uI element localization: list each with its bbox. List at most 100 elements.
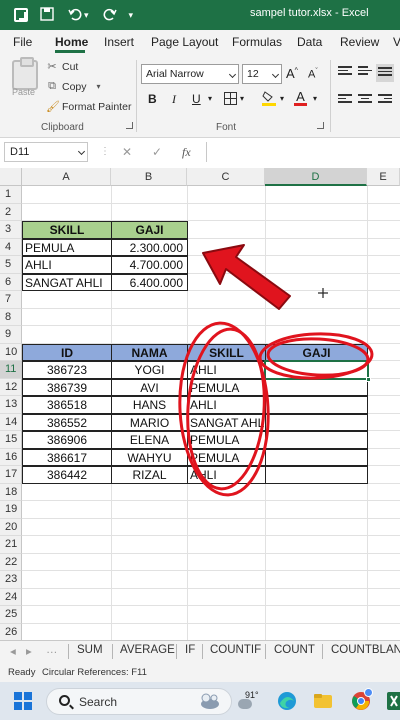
- save-icon[interactable]: [40, 7, 54, 23]
- table2-header-nama[interactable]: NAMA: [111, 343, 188, 361]
- row-header-10[interactable]: 10: [0, 343, 22, 361]
- taskbar-search[interactable]: Search: [46, 688, 232, 715]
- underline-button[interactable]: U: [192, 93, 201, 105]
- clipboard-launcher-icon[interactable]: [126, 122, 133, 129]
- tab-view[interactable]: V: [393, 35, 400, 49]
- more-options-icon[interactable]: ⋮: [100, 146, 110, 157]
- tab-insert[interactable]: Insert: [104, 35, 134, 49]
- table2-gaji-cell[interactable]: [265, 396, 368, 414]
- borders-icon[interactable]: [224, 92, 237, 107]
- table2-skill-cell[interactable]: AHLI: [187, 396, 266, 414]
- spreadsheet-grid[interactable]: A B C D E 1 2 3 4 5 6 7 8 9 10 11 12 13 14 15 16 17 18 19 20 21 22…: [0, 168, 400, 640]
- row-header-26[interactable]: 26: [0, 623, 22, 640]
- table2-id-cell[interactable]: 386723: [22, 361, 112, 379]
- column-header-c[interactable]: C: [187, 168, 265, 186]
- row-header-6[interactable]: 6: [0, 273, 22, 291]
- table2-skill-cell[interactable]: PEMULA: [187, 448, 266, 466]
- row-header-5[interactable]: 5: [0, 256, 22, 274]
- table2-skill-cell[interactable]: PEMULA: [187, 431, 266, 449]
- row-header-25[interactable]: 25: [0, 606, 22, 624]
- row-header-12[interactable]: 12: [0, 378, 22, 396]
- copy-dropdown-icon[interactable]: ▾: [97, 82, 101, 91]
- enter-icon[interactable]: ✓: [152, 145, 162, 159]
- font-size-select[interactable]: 12: [242, 64, 282, 84]
- name-box[interactable]: D11: [4, 142, 88, 162]
- table2-gaji-cell[interactable]: [265, 466, 368, 484]
- row-header-19[interactable]: 19: [0, 501, 22, 519]
- table2-nama-cell[interactable]: MARIO: [111, 413, 188, 431]
- table2-id-cell[interactable]: 386552: [22, 413, 112, 431]
- table2-id-cell[interactable]: 386518: [22, 396, 112, 414]
- table1-gaji-cell[interactable]: 2.300.000: [111, 238, 188, 256]
- copy-button[interactable]: ⧉ Copy ▾: [46, 80, 101, 93]
- paste-label[interactable]: Paste: [12, 87, 35, 97]
- formula-input[interactable]: [206, 142, 400, 162]
- fill-color-dropdown-icon[interactable]: ▾: [280, 95, 284, 103]
- table2-id-cell[interactable]: 386739: [22, 378, 112, 396]
- table2-nama-cell[interactable]: ELENA: [111, 431, 188, 449]
- row-header-4[interactable]: 4: [0, 238, 22, 256]
- table2-header-skill[interactable]: SKILL: [187, 343, 266, 361]
- sheet-tab-sum[interactable]: SUM: [77, 644, 103, 656]
- table2-skill-cell[interactable]: SANGAT AHLI: [187, 413, 266, 431]
- select-all-corner[interactable]: [0, 168, 22, 186]
- table2-nama-cell[interactable]: RIZAL: [111, 466, 188, 484]
- column-header-d[interactable]: D: [265, 168, 367, 186]
- shrink-font-button[interactable]: Aˇ: [308, 68, 318, 81]
- tab-file[interactable]: File: [13, 35, 32, 49]
- prev-sheet-icon[interactable]: ◂: [10, 644, 16, 658]
- table2-skill-cell[interactable]: PEMULA: [187, 378, 266, 396]
- bold-button[interactable]: B: [148, 93, 157, 105]
- table2-nama-cell[interactable]: YOGI: [111, 361, 188, 379]
- row-header-1[interactable]: 1: [0, 186, 22, 204]
- column-header-a[interactable]: A: [22, 168, 111, 186]
- grow-font-button[interactable]: A^: [286, 67, 298, 80]
- table2-id-cell[interactable]: 386906: [22, 431, 112, 449]
- underline-dropdown-icon[interactable]: ▾: [208, 95, 212, 103]
- more-sheets-icon[interactable]: …: [46, 644, 58, 656]
- table2-header-gaji[interactable]: GAJI: [265, 343, 368, 361]
- sheet-tab-count[interactable]: COUNT: [274, 644, 315, 656]
- font-color-button[interactable]: A: [294, 90, 307, 106]
- table2-id-cell[interactable]: 386442: [22, 466, 112, 484]
- paste-icon[interactable]: [12, 57, 38, 90]
- table1-skill-cell[interactable]: AHLI: [22, 256, 112, 274]
- weather-icon[interactable]: [238, 699, 252, 709]
- undo-dropdown-icon[interactable]: ▾: [84, 10, 89, 21]
- table2-nama-cell[interactable]: WAHYU: [111, 448, 188, 466]
- align-right-icon[interactable]: [378, 94, 392, 106]
- undo-icon[interactable]: [68, 7, 82, 23]
- table2-id-cell[interactable]: 386617: [22, 448, 112, 466]
- table1-skill-cell[interactable]: SANGAT AHLI: [22, 273, 112, 291]
- format-painter-button[interactable]: 🖌 Format Painter: [46, 100, 131, 114]
- table2-header-id[interactable]: ID: [22, 343, 112, 361]
- row-header-16[interactable]: 16: [0, 448, 22, 466]
- tab-data[interactable]: Data: [297, 35, 322, 49]
- align-top-icon[interactable]: [338, 66, 352, 78]
- font-color-dropdown-icon[interactable]: ▾: [313, 95, 317, 103]
- row-header-2[interactable]: 2: [0, 203, 22, 221]
- column-header-b[interactable]: B: [111, 168, 187, 186]
- file-explorer-icon[interactable]: [312, 690, 334, 712]
- sheet-tab-average[interactable]: AVERAGE: [120, 644, 175, 656]
- customize-toolbar-icon[interactable]: ▾: [129, 10, 134, 21]
- table1-header-skill[interactable]: SKILL: [22, 221, 112, 239]
- table1-gaji-cell[interactable]: 4.700.000: [111, 256, 188, 274]
- tab-review[interactable]: Review: [340, 35, 379, 49]
- table1-gaji-cell[interactable]: 6.400.000: [111, 273, 188, 291]
- row-header-14[interactable]: 14: [0, 413, 22, 431]
- table2-nama-cell[interactable]: AVI: [111, 378, 188, 396]
- row-header-7[interactable]: 7: [0, 291, 22, 309]
- column-header-e[interactable]: E: [367, 168, 400, 186]
- row-header-21[interactable]: 21: [0, 536, 22, 554]
- status-circular-references[interactable]: Circular References: F11: [42, 667, 147, 678]
- table2-gaji-cell[interactable]: [265, 448, 368, 466]
- table2-gaji-cell[interactable]: [265, 378, 368, 396]
- table2-gaji-cell[interactable]: [265, 413, 368, 431]
- edge-icon[interactable]: [276, 690, 298, 712]
- tab-home[interactable]: Home: [55, 35, 88, 49]
- cancel-icon[interactable]: ✕: [122, 145, 132, 159]
- align-left-icon[interactable]: [338, 94, 352, 106]
- row-header-17[interactable]: 17: [0, 466, 22, 484]
- row-header-22[interactable]: 22: [0, 553, 22, 571]
